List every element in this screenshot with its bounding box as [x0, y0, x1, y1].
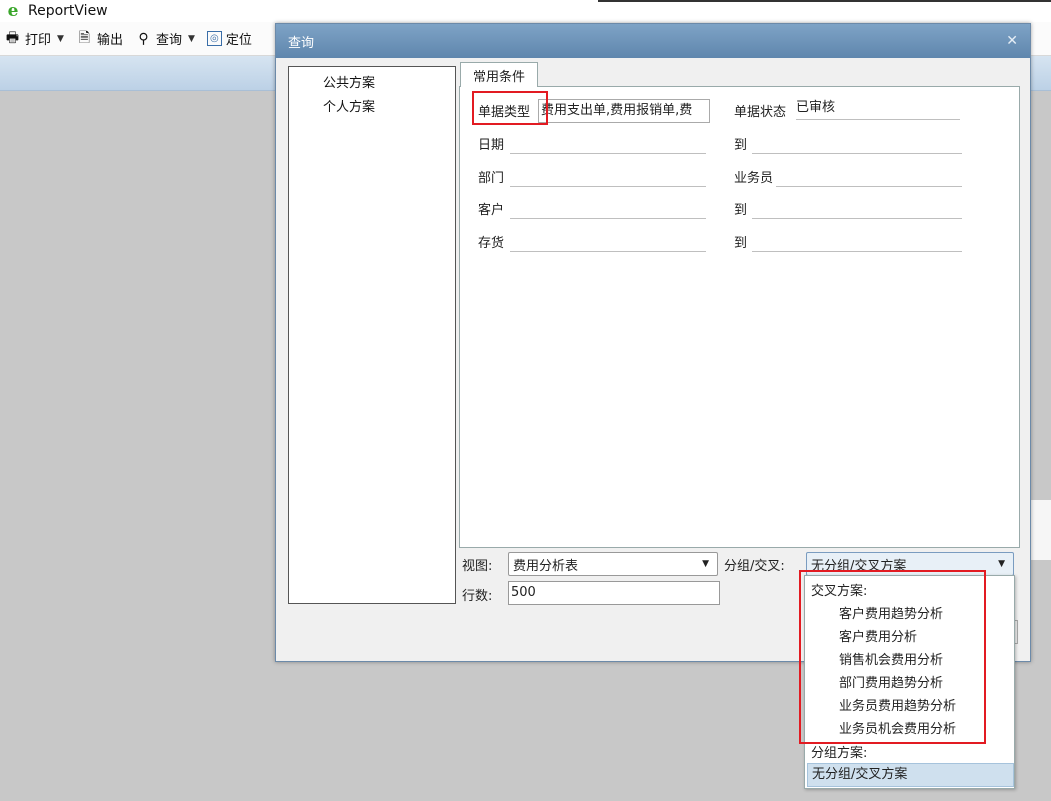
export-icon: 🗎 — [78, 29, 91, 46]
inventory-to-field[interactable] — [752, 229, 962, 252]
print-button[interactable]: 🖶 打印 ▼ — [4, 29, 64, 49]
date-to-field[interactable] — [752, 131, 962, 154]
locate-label: 定位 — [225, 33, 252, 48]
scheme-item-personal[interactable]: 个人方案 — [323, 96, 375, 115]
dropdown-selected-item[interactable]: 无分组/交叉方案 — [807, 763, 1014, 787]
locate-button[interactable]: ◎ 定位 — [206, 29, 252, 48]
inventory-to-label: 到 — [734, 236, 748, 251]
close-icon[interactable]: ✕ — [1006, 33, 1018, 49]
locate-icon: ◎ — [206, 31, 222, 46]
date-from-field[interactable] — [510, 131, 706, 154]
scheme-list: 公共方案 个人方案 — [288, 66, 456, 604]
chevron-down-icon[interactable]: ▼ — [188, 34, 195, 44]
background-panel — [1031, 500, 1051, 560]
date-to-label: 到 — [734, 138, 748, 153]
tab-common-conditions[interactable]: 常用条件 — [460, 62, 538, 87]
binoculars-icon: ⚲ — [138, 30, 149, 47]
dialog-titlebar: 查询 ✕ — [276, 24, 1030, 58]
inventory-label: 存货 — [478, 236, 505, 251]
dialog-title: 查询 — [288, 35, 315, 51]
view-select-value: 费用分析表 — [513, 558, 579, 574]
print-label: 打印 — [25, 33, 52, 48]
customer-to-field[interactable] — [752, 196, 962, 219]
customer-label: 客户 — [478, 203, 505, 218]
printer-icon: 🖶 — [5, 29, 20, 46]
docstatus-field[interactable]: 已审核 — [796, 97, 960, 120]
docstatus-label: 单据状态 — [734, 105, 787, 120]
dropdown-selected-label: 无分组/交叉方案 — [812, 767, 908, 782]
chevron-down-icon: ▼ — [998, 559, 1005, 569]
highlight-box-cross-schemes — [799, 570, 986, 744]
window-edge — [598, 0, 1051, 2]
doctype-field[interactable]: 费用支出单,费用报销单,费 — [538, 99, 710, 123]
export-button[interactable]: 🗎 输出 — [76, 29, 123, 49]
export-label: 输出 — [96, 33, 123, 48]
salesman-field[interactable] — [776, 164, 962, 187]
view-label: 视图: — [462, 559, 493, 574]
inventory-from-field[interactable] — [510, 229, 706, 252]
query-button[interactable]: ⚲ 查询 ▼ — [135, 29, 195, 49]
conditions-panel: 单据类型 费用支出单,费用报销单,费 单据状态 已审核 日期 到 部门 业务员 … — [459, 86, 1020, 548]
window-titlebar: e ReportView — [0, 0, 1051, 22]
query-dialog: 查询 ✕ 公共方案 个人方案 常用条件 单据类型 费用支出单,费用报销单,费 单… — [275, 23, 1031, 662]
app-title: ReportView — [28, 3, 108, 19]
rows-input[interactable]: 500 — [508, 581, 720, 605]
customer-to-label: 到 — [734, 203, 748, 218]
rows-label: 行数: — [462, 589, 493, 604]
date-label: 日期 — [478, 138, 505, 153]
view-select[interactable]: 费用分析表 ▼ — [508, 552, 718, 576]
group-scheme-header: 分组方案: — [811, 746, 868, 761]
salesman-label: 业务员 — [734, 171, 774, 186]
group-label: 分组/交叉: — [724, 559, 785, 574]
customer-from-field[interactable] — [510, 196, 706, 219]
scheme-item-public[interactable]: 公共方案 — [323, 72, 375, 91]
highlight-box-doctype — [472, 91, 548, 125]
dept-label: 部门 — [478, 171, 505, 186]
chevron-down-icon: ▼ — [702, 559, 709, 569]
query-label: 查询 — [155, 33, 182, 48]
dept-field[interactable] — [510, 164, 706, 187]
ie-icon: e — [7, 1, 19, 21]
chevron-down-icon[interactable]: ▼ — [57, 34, 64, 44]
